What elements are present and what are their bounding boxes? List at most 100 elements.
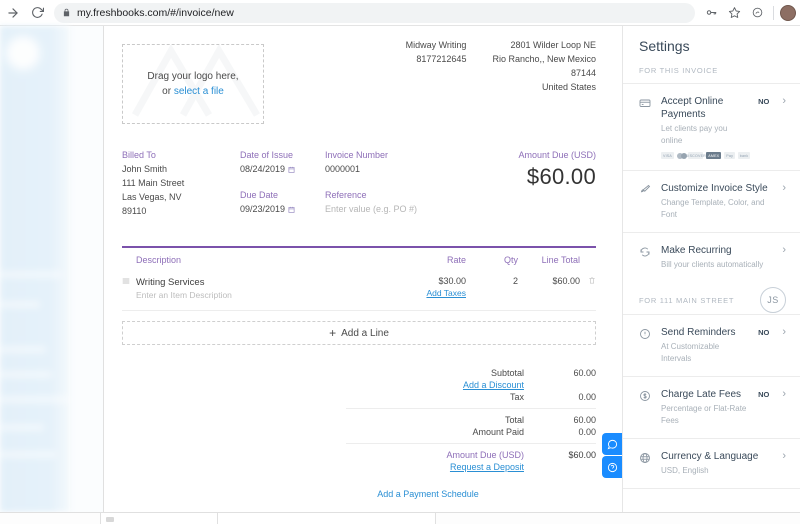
add-payment-schedule-link[interactable]: Add a Payment Schedule	[346, 489, 596, 499]
billed-to-zip: 89110	[122, 206, 147, 216]
star-icon[interactable]	[724, 3, 744, 23]
bank-transfer-logo: bank	[738, 152, 751, 159]
business-info[interactable]: Midway Writing 8177212645 2801 Wilder Lo…	[406, 30, 596, 94]
nav-ghost-item[interactable]	[0, 301, 40, 308]
table-row[interactable]: Writing Services Enter an Item Descripti…	[122, 271, 596, 311]
calendar-icon[interactable]	[288, 206, 295, 213]
sidebar-item-send-reminders[interactable]: Send Reminders At Customizable Intervals…	[623, 314, 800, 376]
amount-paid-row: Amount Paid 0.00	[346, 426, 596, 438]
bottom-tab-item-secondary[interactable]	[218, 513, 436, 524]
credit-card-icon	[639, 95, 653, 114]
col-header-rate: Rate	[446, 255, 466, 265]
sidebar-item-currency-language[interactable]: Currency & Language USD, English ›	[623, 438, 800, 488]
invoice-meta: Billed To John Smith 111 Main Street Las…	[122, 148, 596, 218]
item-qty-value[interactable]: 2	[466, 276, 518, 286]
add-a-line-label: Add a Line	[341, 327, 389, 339]
currency-language-body: Currency & Language USD, English	[661, 450, 769, 477]
line-items-header: Description Rate Qty Line Total	[122, 248, 596, 271]
globe-icon	[639, 450, 653, 469]
address-bar[interactable]: my.freshbooks.com/#/invoice/new	[54, 2, 695, 23]
add-a-discount-link[interactable]: Add a Discount	[346, 380, 540, 390]
nav-ghost-item[interactable]	[0, 271, 62, 278]
drag-handle-icon[interactable]	[122, 276, 136, 287]
invoice-number-label: Invoice Number	[325, 150, 389, 160]
sidebar-item-charge-late-fees[interactable]: Charge Late Fees Percentage or Flat-Rate…	[623, 376, 800, 438]
floating-help-tabs	[602, 433, 622, 478]
send-reminders-body: Send Reminders At Customizable Intervals	[661, 326, 750, 365]
date-of-issue-field[interactable]: 08/24/2019	[240, 162, 295, 176]
left-navigation-panel[interactable]	[0, 26, 70, 512]
invoice-document: Drag your logo here, or select a file Mi…	[104, 26, 622, 512]
reference-input[interactable]: Enter value (e.g. PO #)	[325, 202, 435, 216]
nav-ghost-item[interactable]	[0, 346, 46, 353]
nav-ghost-item[interactable]	[0, 424, 44, 431]
nav-ghost-item[interactable]	[0, 396, 68, 403]
reload-icon[interactable]	[26, 2, 48, 24]
calendar-icon[interactable]	[288, 166, 295, 173]
content-left-gutter	[70, 26, 104, 512]
tax-row: Tax 0.00	[346, 391, 596, 403]
sidebar-item-sublabel: At Customizable Intervals	[661, 342, 720, 363]
chevron-right-icon[interactable]: ›	[777, 95, 786, 107]
chevron-right-icon[interactable]: ›	[777, 388, 786, 400]
nav-ghost-item[interactable]	[0, 371, 52, 378]
make-recurring-body: Make Recurring Bill your clients automat…	[661, 244, 769, 271]
amex-logo: AMEX	[706, 152, 722, 159]
profile-avatar[interactable]	[780, 4, 796, 21]
request-deposit-row: Request a Deposit	[346, 461, 596, 473]
due-date-field[interactable]: 09/23/2019	[240, 202, 295, 216]
request-a-deposit-link[interactable]: Request a Deposit	[346, 462, 540, 472]
recurring-icon	[639, 244, 653, 263]
chevron-right-icon[interactable]: ›	[777, 244, 786, 256]
chevron-right-icon[interactable]: ›	[777, 450, 786, 462]
due-date-value: 09/23/2019	[240, 204, 286, 214]
apple-pay-logo: Pay	[724, 152, 736, 159]
logo-dropzone-text: Drag your logo here, or select a file	[147, 69, 238, 99]
item-description-input[interactable]: Enter an Item Description	[136, 289, 380, 302]
billed-to-block[interactable]: Billed To John Smith 111 Main Street Las…	[122, 148, 240, 218]
total-value: 60.00	[573, 415, 596, 425]
forward-arrow-icon[interactable]	[2, 2, 24, 24]
subtotal-value: 60.00	[573, 368, 596, 378]
app-body: Drag your logo here, or select a file Mi…	[0, 26, 800, 512]
sidebar-item-make-recurring[interactable]: Make Recurring Bill your clients automat…	[623, 232, 800, 282]
billed-to-name: John Smith	[122, 164, 168, 174]
nav-ghost-item[interactable]	[0, 451, 56, 458]
sidebar-item-accept-online-payments[interactable]: Accept Online Payments Let clients pay y…	[623, 83, 800, 170]
item-line-total-value: $60.00	[552, 276, 580, 286]
logo-dropzone[interactable]: Drag your logo here, or select a file	[122, 44, 264, 124]
extension-icon[interactable]	[747, 3, 767, 23]
add-taxes-link[interactable]: Add Taxes	[380, 288, 466, 298]
sidebar-item-customize-invoice-style[interactable]: Customize Invoice Style Change Template,…	[623, 170, 800, 232]
invoice-number-value[interactable]: 0000001	[325, 162, 435, 176]
select-a-file-link[interactable]: select a file	[174, 86, 224, 97]
clock-icon	[639, 326, 653, 345]
invoice-number-block: Invoice Number 0000001 Reference Enter v…	[325, 148, 435, 218]
browser-nav-buttons	[0, 2, 48, 24]
amount-due-value: $60.00	[526, 164, 596, 189]
tax-label: Tax	[509, 392, 524, 402]
business-postal: 87144	[570, 68, 596, 78]
sidebar-item-label: Make Recurring	[661, 245, 732, 256]
accept-online-payments-body: Accept Online Payments Let clients pay y…	[661, 95, 751, 159]
delete-line-icon[interactable]	[580, 276, 596, 287]
help-question-icon[interactable]	[602, 456, 622, 478]
bottom-tab-item[interactable]	[100, 513, 218, 524]
sidebar-item-sublabel: Change Template, Color, and Font	[661, 198, 765, 219]
tax-value: 0.00	[578, 392, 596, 402]
feedback-bubble-icon[interactable]	[602, 433, 622, 455]
visa-logo: VISA	[661, 152, 674, 159]
reference-label: Reference	[325, 190, 367, 200]
item-name: Writing Services	[136, 277, 205, 288]
item-rate-cell[interactable]: $30.00 Add Taxes	[380, 276, 466, 298]
charge-late-fees-body: Charge Late Fees Percentage or Flat-Rate…	[661, 388, 750, 427]
item-description-cell[interactable]: Writing Services Enter an Item Descripti…	[136, 276, 380, 302]
due-date-label: Due Date	[240, 190, 279, 200]
add-a-line-button[interactable]: + Add a Line	[122, 321, 596, 345]
toolbar-divider	[773, 5, 774, 20]
chevron-right-icon[interactable]: ›	[777, 182, 786, 194]
chevron-right-icon[interactable]: ›	[777, 326, 786, 338]
settings-title: Settings	[639, 38, 690, 54]
key-icon[interactable]	[701, 3, 721, 23]
totals-list: Subtotal 60.00 Add a Discount Tax 0.00 T…	[346, 367, 596, 499]
